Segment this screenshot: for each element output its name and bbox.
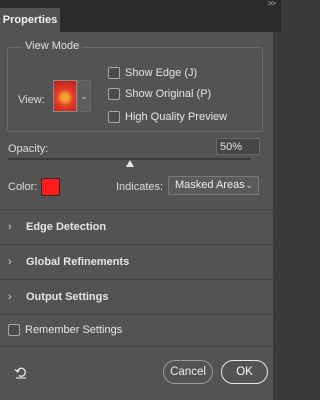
show-original-option[interactable]: Show Original (P) xyxy=(108,87,211,101)
top-strip: >> xyxy=(0,0,281,8)
color-label: Color: xyxy=(8,181,38,193)
chevron-down-icon: ⌄ xyxy=(245,180,253,190)
collapse-panel-icon[interactable]: >> xyxy=(268,0,276,8)
show-original-checkbox[interactable] xyxy=(108,88,120,100)
section-title: Output Settings xyxy=(26,291,109,303)
reset-icon[interactable] xyxy=(14,365,28,379)
remember-settings-label: Remember Settings xyxy=(25,324,123,336)
tab-bar: Properties xyxy=(0,8,281,32)
section-edge-detection[interactable]: › Edge Detection xyxy=(0,210,273,244)
overlay-color-swatch[interactable] xyxy=(41,178,60,196)
chevron-right-icon: › xyxy=(8,291,12,303)
tab-properties[interactable]: Properties xyxy=(0,8,61,32)
indicates-label: Indicates: xyxy=(116,181,164,193)
remember-settings-option[interactable]: Remember Settings xyxy=(8,323,122,337)
section-output-settings[interactable]: › Output Settings xyxy=(0,280,273,314)
section-divider xyxy=(0,314,273,315)
opacity-slider-thumb[interactable] xyxy=(125,160,134,167)
section-global-refinements[interactable]: › Global Refinements xyxy=(0,245,273,279)
chevron-right-icon: › xyxy=(8,221,12,233)
panel-scrollbar[interactable] xyxy=(273,32,281,400)
high-quality-preview-label: High Quality Preview xyxy=(125,111,228,123)
high-quality-preview-checkbox[interactable] xyxy=(108,111,120,123)
remember-settings-checkbox[interactable] xyxy=(8,324,20,336)
footer-divider xyxy=(0,346,273,347)
section-title: Edge Detection xyxy=(26,221,107,233)
show-edge-label: Show Edge (J) xyxy=(125,67,198,79)
view-mode-thumbnail[interactable] xyxy=(53,80,77,112)
show-edge-option[interactable]: Show Edge (J) xyxy=(108,66,197,80)
high-quality-preview-option[interactable]: High Quality Preview xyxy=(108,110,227,124)
show-edge-checkbox[interactable] xyxy=(108,67,120,79)
opacity-label: Opacity: xyxy=(8,143,49,155)
cancel-button[interactable]: Cancel xyxy=(163,360,213,384)
ok-button[interactable]: OK xyxy=(221,360,268,384)
section-title: Global Refinements xyxy=(26,256,130,268)
chevron-down-icon[interactable]: ⌄ xyxy=(77,80,91,112)
chevron-right-icon: › xyxy=(8,256,12,268)
properties-panel: View Mode View: ⌄ Show Edge (J) Show Ori… xyxy=(0,32,273,400)
view-mode-heading: View Mode xyxy=(22,40,83,52)
show-original-label: Show Original (P) xyxy=(125,88,212,100)
indicates-selected-value: Masked Areas xyxy=(175,179,245,191)
opacity-input[interactable]: 50% xyxy=(216,138,260,155)
indicates-select[interactable]: Masked Areas ⌄ xyxy=(168,176,259,195)
view-label: View: xyxy=(18,94,45,106)
